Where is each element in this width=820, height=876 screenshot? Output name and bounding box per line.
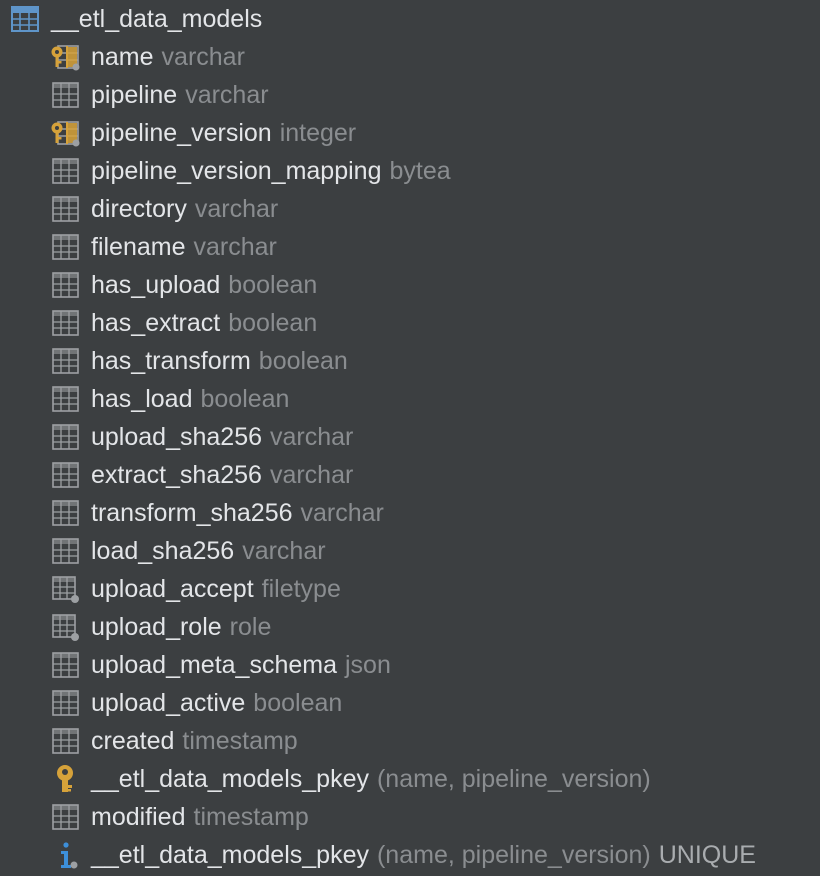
column-icon [50, 460, 80, 490]
primary-key-row[interactable]: __etl_data_models_pkey (name, pipeline_v… [50, 760, 651, 798]
column-icon [50, 688, 80, 718]
column-icon [50, 650, 80, 680]
column-icon [50, 346, 80, 376]
column-row-modified[interactable]: modified timestamp [50, 798, 309, 836]
column-row-upload-role[interactable]: upload_role role [50, 608, 271, 646]
column-icon [50, 726, 80, 756]
primary-key-column-icon [50, 42, 80, 72]
column-name: created [91, 726, 175, 755]
column-name: upload_sha256 [91, 422, 262, 451]
column-row-pipeline-version[interactable]: pipeline_version integer [50, 114, 356, 152]
column-type: boolean [253, 688, 343, 717]
column-name: pipeline_version [91, 118, 272, 147]
column-type: varchar [193, 232, 277, 261]
column-row-filename[interactable]: filename varchar [50, 228, 277, 266]
index-detail: (name, pipeline_version) [376, 840, 651, 869]
column-type: boolean [258, 346, 348, 375]
column-type: bytea [389, 156, 451, 185]
column-icon [50, 308, 80, 338]
table-name: __etl_data_models [51, 4, 263, 33]
column-row-upload-sha256[interactable]: upload_sha256 varchar [50, 418, 353, 456]
column-name: has_extract [91, 308, 221, 337]
column-type: filetype [261, 574, 341, 603]
column-name: directory [91, 194, 187, 223]
index-row[interactable]: __etl_data_models_pkey (name, pipeline_v… [50, 836, 756, 874]
column-row-load-sha256[interactable]: load_sha256 varchar [50, 532, 326, 570]
column-row-upload-meta-schema[interactable]: upload_meta_schema json [50, 646, 391, 684]
index-unique-label: UNIQUE [658, 840, 756, 869]
column-type: varchar [242, 536, 326, 565]
column-row-pipeline-version-mapping[interactable]: pipeline_version_mapping bytea [50, 152, 451, 190]
column-icon [50, 384, 80, 414]
column-type: timestamp [193, 802, 309, 831]
key-name: __etl_data_models_pkey [91, 764, 369, 793]
column-type: varchar [270, 422, 354, 451]
column-type: varchar [269, 460, 354, 489]
column-name: filename [91, 232, 186, 261]
column-name: load_sha256 [91, 536, 235, 565]
column-name: has_transform [91, 346, 251, 375]
column-row-extract-sha256[interactable]: extract_sha256 varchar [50, 456, 353, 494]
column-name: transform_sha256 [91, 498, 293, 527]
column-icon [50, 422, 80, 452]
column-name: pipeline [91, 80, 178, 109]
column-row-has-load[interactable]: has_load boolean [50, 380, 289, 418]
column-type: role [229, 612, 272, 641]
index-info-icon [50, 840, 80, 870]
column-name: upload_meta_schema [91, 650, 337, 679]
column-type: varchar [194, 194, 279, 223]
column-type: varchar [161, 42, 245, 71]
column-type: boolean [228, 308, 318, 337]
column-name: pipeline_version_mapping [91, 156, 382, 185]
column-row-has-extract[interactable]: has_extract boolean [50, 304, 317, 342]
column-row-created[interactable]: created timestamp [50, 722, 298, 760]
column-type: boolean [200, 384, 290, 413]
column-row-name[interactable]: name varchar [50, 38, 245, 76]
key-icon [50, 764, 80, 794]
table-node[interactable]: __etl_data_models [10, 0, 262, 38]
column-icon [50, 194, 80, 224]
column-type: varchar [185, 80, 269, 109]
table-icon [10, 4, 40, 34]
column-icon [50, 536, 80, 566]
column-name: has_load [91, 384, 193, 413]
column-row-pipeline[interactable]: pipeline varchar [50, 76, 269, 114]
column-type: json [345, 650, 391, 679]
column-name: upload_role [91, 612, 222, 641]
column-row-has-upload[interactable]: has_upload boolean [50, 266, 317, 304]
column-name: upload_accept [91, 574, 254, 603]
column-name: upload_active [91, 688, 246, 717]
column-icon [50, 156, 80, 186]
column-name: name [91, 42, 154, 71]
nullable-column-icon [50, 574, 80, 604]
column-icon [50, 270, 80, 300]
column-row-upload-accept[interactable]: upload_accept filetype [50, 570, 341, 608]
primary-key-column-icon [50, 118, 80, 148]
column-type: timestamp [182, 726, 298, 755]
column-icon [50, 80, 80, 110]
column-icon [50, 232, 80, 262]
column-name: modified [91, 802, 186, 831]
column-name: extract_sha256 [91, 460, 262, 489]
column-name: has_upload [91, 270, 221, 299]
column-type: integer [279, 118, 357, 147]
column-row-upload-active[interactable]: upload_active boolean [50, 684, 342, 722]
column-row-directory[interactable]: directory varchar [50, 190, 278, 228]
column-row-transform-sha256[interactable]: transform_sha256 varchar [50, 494, 384, 532]
database-tree: __etl_data_models name varchar pipeline … [0, 0, 820, 876]
column-type: boolean [228, 270, 318, 299]
column-row-has-transform[interactable]: has_transform boolean [50, 342, 348, 380]
column-icon [50, 802, 80, 832]
nullable-column-icon [50, 612, 80, 642]
column-type: varchar [300, 498, 384, 527]
key-detail: (name, pipeline_version) [376, 764, 651, 793]
column-icon [50, 498, 80, 528]
index-name: __etl_data_models_pkey [91, 840, 369, 869]
